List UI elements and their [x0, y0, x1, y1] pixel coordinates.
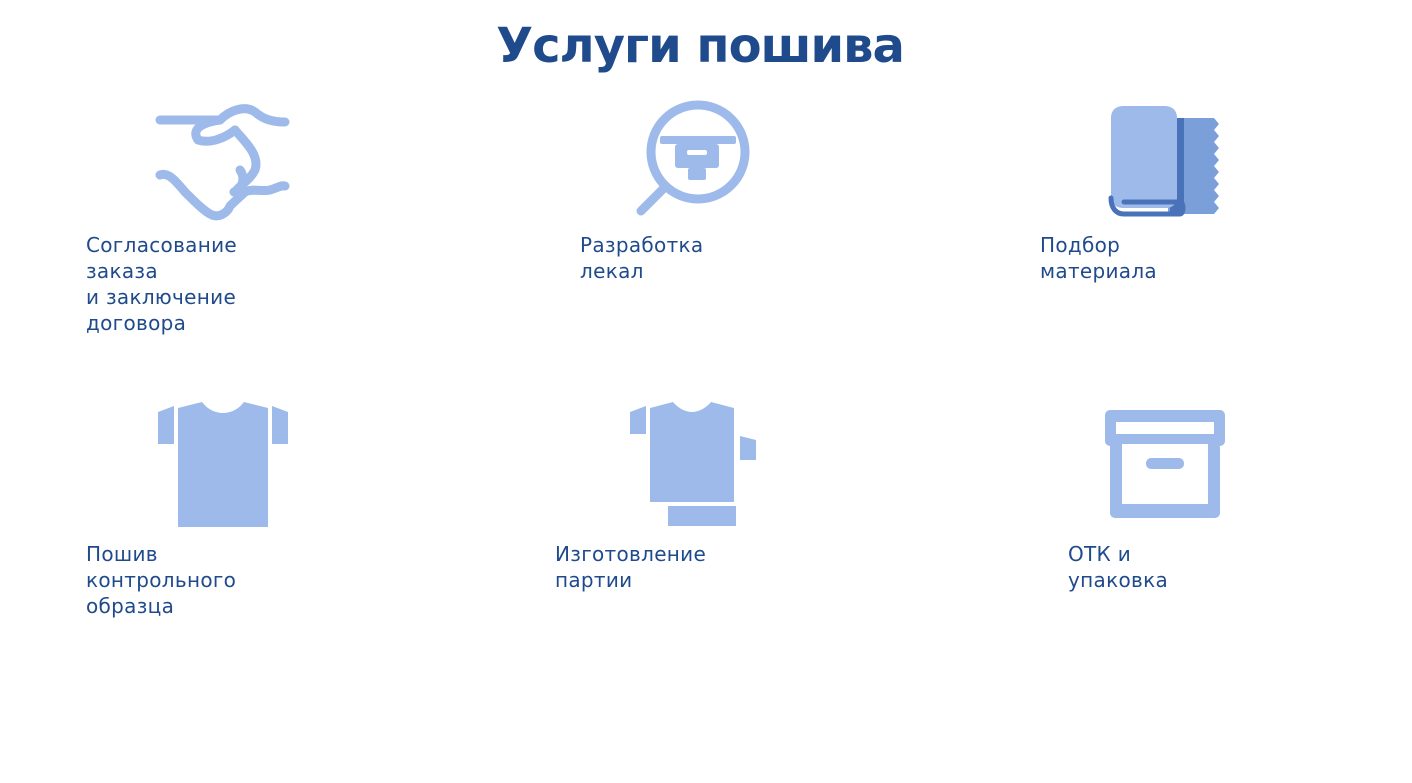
page-title: Услуги пошива — [496, 18, 905, 74]
tshirt-icon — [156, 400, 291, 527]
magnifier-sewing-machine-icon — [632, 96, 757, 221]
service-label: Разработка лекал — [580, 233, 704, 283]
box-icon — [1104, 408, 1228, 522]
service-label: Согласование заказа и заключение договор… — [86, 233, 238, 335]
service-label: Подбор материала — [1040, 233, 1157, 283]
handshake-icon — [150, 100, 300, 225]
service-label: ОТК и упаковка — [1068, 542, 1169, 592]
fabric-roll-icon — [1108, 104, 1223, 219]
service-label: Изготовление партии — [555, 542, 707, 592]
tshirt-stack-icon — [628, 398, 760, 528]
service-label: Пошив контрольного образца — [86, 542, 237, 618]
